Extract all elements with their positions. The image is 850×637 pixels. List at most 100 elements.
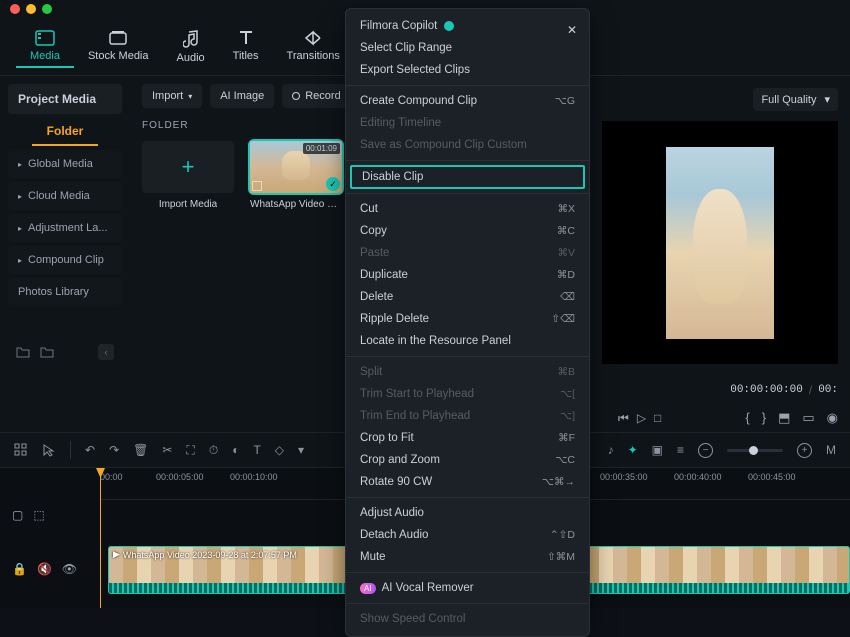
tab-audio-label: Audio (177, 52, 205, 64)
tab-audio[interactable]: Audio (163, 26, 219, 68)
menu-save-compound: Save as Compound Clip Custom (346, 134, 589, 156)
menu-trim-end: Trim End to Playhead⌥] (346, 405, 589, 427)
menu-duplicate[interactable]: Duplicate⌘D (346, 264, 589, 286)
import-button[interactable]: Import▾ (142, 84, 202, 108)
track-icon[interactable]: ▢ (12, 508, 23, 522)
menu-export-selected[interactable]: Export Selected Clips (346, 59, 589, 81)
menu-disable-clip[interactable]: Disable Clip (350, 165, 585, 189)
color-icon[interactable]: ◐ (232, 443, 239, 457)
play-button[interactable]: ▷ (637, 411, 646, 426)
playhead[interactable] (100, 468, 101, 608)
menu-crop-fit[interactable]: Crop to Fit⌘F (346, 427, 589, 449)
chevron-right-icon: ▸ (18, 256, 22, 265)
chevron-down-icon: ▾ (188, 92, 192, 101)
menu-create-compound[interactable]: Create Compound Clip⌥G (346, 90, 589, 112)
sidebar-head[interactable]: Project Media (8, 84, 122, 114)
menu-adjust-audio[interactable]: Adjust Audio (346, 502, 589, 524)
menu-rotate[interactable]: Rotate 90 CW⌥⌘→ (346, 471, 589, 493)
menu-delete[interactable]: Delete⌫ (346, 286, 589, 308)
mixer-icon[interactable]: ≡ (677, 443, 684, 457)
tab-stock-label: Stock Media (88, 50, 149, 62)
screen-icon[interactable]: ▭ (802, 410, 814, 426)
import-media-label: Import Media (159, 199, 217, 210)
preview-pane: Full Quality▾ (590, 76, 850, 376)
tab-titles[interactable]: Titles (219, 26, 273, 66)
menu-ai-vocal[interactable]: AIAI Vocal Remover (346, 577, 589, 599)
preview-viewport[interactable] (602, 121, 838, 364)
undo-icon[interactable]: ↶ (85, 443, 95, 457)
crop-icon[interactable]: ⛶ (186, 443, 194, 458)
close-dot[interactable] (10, 4, 20, 14)
music-tool-icon[interactable]: ♪ (608, 443, 614, 457)
step-back-button[interactable]: ⏮ (618, 411, 629, 426)
tab-stock[interactable]: Stock Media (74, 26, 163, 66)
tab-transitions[interactable]: Transitions (273, 26, 354, 66)
sidebar-item-cloud[interactable]: ▸Cloud Media (8, 182, 122, 210)
slider-thumb[interactable] (749, 446, 758, 455)
menu-mute[interactable]: Mute⇧⌘M (346, 546, 589, 568)
clip-icon[interactable]: ⬚ (33, 508, 44, 522)
quality-select[interactable]: Full Quality▾ (753, 88, 838, 111)
zoom-out-button[interactable]: − (698, 443, 713, 458)
visibility-icon[interactable]: 👁 (62, 562, 77, 576)
sidebar-item-adjustment[interactable]: ▸Adjustment La... (8, 214, 122, 242)
clip-tile[interactable]: 00:01:09 ✓ WhatsApp Video 202... (250, 141, 342, 210)
menu-ripple-delete[interactable]: Ripple Delete⇧⌫ (346, 308, 589, 330)
ai-image-button[interactable]: AI Image (210, 84, 274, 108)
redo-icon[interactable]: ↷ (109, 443, 119, 457)
grid-icon[interactable] (14, 443, 28, 457)
sidebar-item-photos[interactable]: Photos Library (8, 278, 122, 306)
menu-separator (346, 572, 589, 573)
menu-cut[interactable]: Cut⌘X (346, 198, 589, 220)
auto-icon[interactable]: ✦ (628, 443, 638, 457)
ruler-mark: 00:00:40:00 (674, 472, 722, 482)
snapshot-icon[interactable]: ◉ (827, 410, 838, 426)
cut-icon[interactable]: ✂ (162, 443, 172, 457)
mute-icon[interactable]: 🔇 (37, 562, 52, 576)
sidebar-item-compound[interactable]: ▸Compound Clip (8, 246, 122, 274)
stop-button[interactable]: □ (654, 411, 661, 426)
marker-add-icon[interactable]: ▾ (298, 443, 304, 457)
minimize-dot[interactable] (26, 4, 36, 14)
plus-icon: + (182, 154, 195, 180)
marker-icon[interactable]: ⬒ (778, 410, 790, 426)
menu-separator (346, 603, 589, 604)
menu-copy[interactable]: Copy⌘C (346, 220, 589, 242)
sidebar-item-global[interactable]: ▸Global Media (8, 150, 122, 178)
brace-open-icon[interactable]: { (745, 410, 749, 426)
tab-media[interactable]: Media (16, 26, 74, 68)
text-icon[interactable]: T (253, 443, 260, 457)
ruler-mark: 00:00 (100, 472, 123, 482)
maximize-dot[interactable] (42, 4, 52, 14)
close-icon[interactable]: ✕ (567, 23, 577, 37)
filmstrip-icon (252, 181, 262, 191)
ruler-mark: 00:00:45:00 (748, 472, 796, 482)
zoom-in-button[interactable]: + (797, 443, 812, 458)
video-icon: ▶ (113, 549, 120, 560)
menu-locate[interactable]: Locate in the Resource Panel (346, 330, 589, 352)
brace-close-icon[interactable]: } (762, 410, 766, 426)
zoom-slider[interactable] (727, 449, 783, 452)
menu-detach-audio[interactable]: Detach Audio⌃⇧D (346, 524, 589, 546)
menu-separator (346, 85, 589, 86)
import-media-tile[interactable]: + Import Media (142, 141, 234, 210)
menu-crop-zoom[interactable]: Crop and Zoom⌥C (346, 449, 589, 471)
delete-icon[interactable]: 🗑 (133, 443, 148, 457)
lock-icon[interactable]: 🔒 (12, 562, 27, 576)
timeline-track-header: ▢ ⬚ 🔒 🔇 👁 (0, 468, 100, 608)
cursor-icon[interactable] (42, 443, 56, 457)
ai-badge: AI (360, 583, 376, 594)
menu-trim-start: Trim Start to Playhead⌥[ (346, 383, 589, 405)
menu-copilot[interactable]: Filmora Copilot (346, 15, 589, 37)
ruler-mark: 00:00:05:00 (156, 472, 204, 482)
keyframe-icon[interactable]: ◇ (275, 443, 284, 457)
folder-icon[interactable] (40, 344, 54, 360)
collapse-sidebar-button[interactable]: ‹ (98, 344, 114, 360)
app-window: Media Stock Media Audio Titles Transitio… (0, 0, 850, 559)
menu-select-range[interactable]: Select Clip Range (346, 37, 589, 59)
new-folder-icon[interactable] (16, 344, 30, 360)
sidebar-folder-tab[interactable]: Folder (32, 118, 98, 146)
speed-icon[interactable]: ⏱ (209, 443, 218, 458)
render-icon[interactable]: ▣ (652, 443, 663, 457)
menu-separator (346, 497, 589, 498)
